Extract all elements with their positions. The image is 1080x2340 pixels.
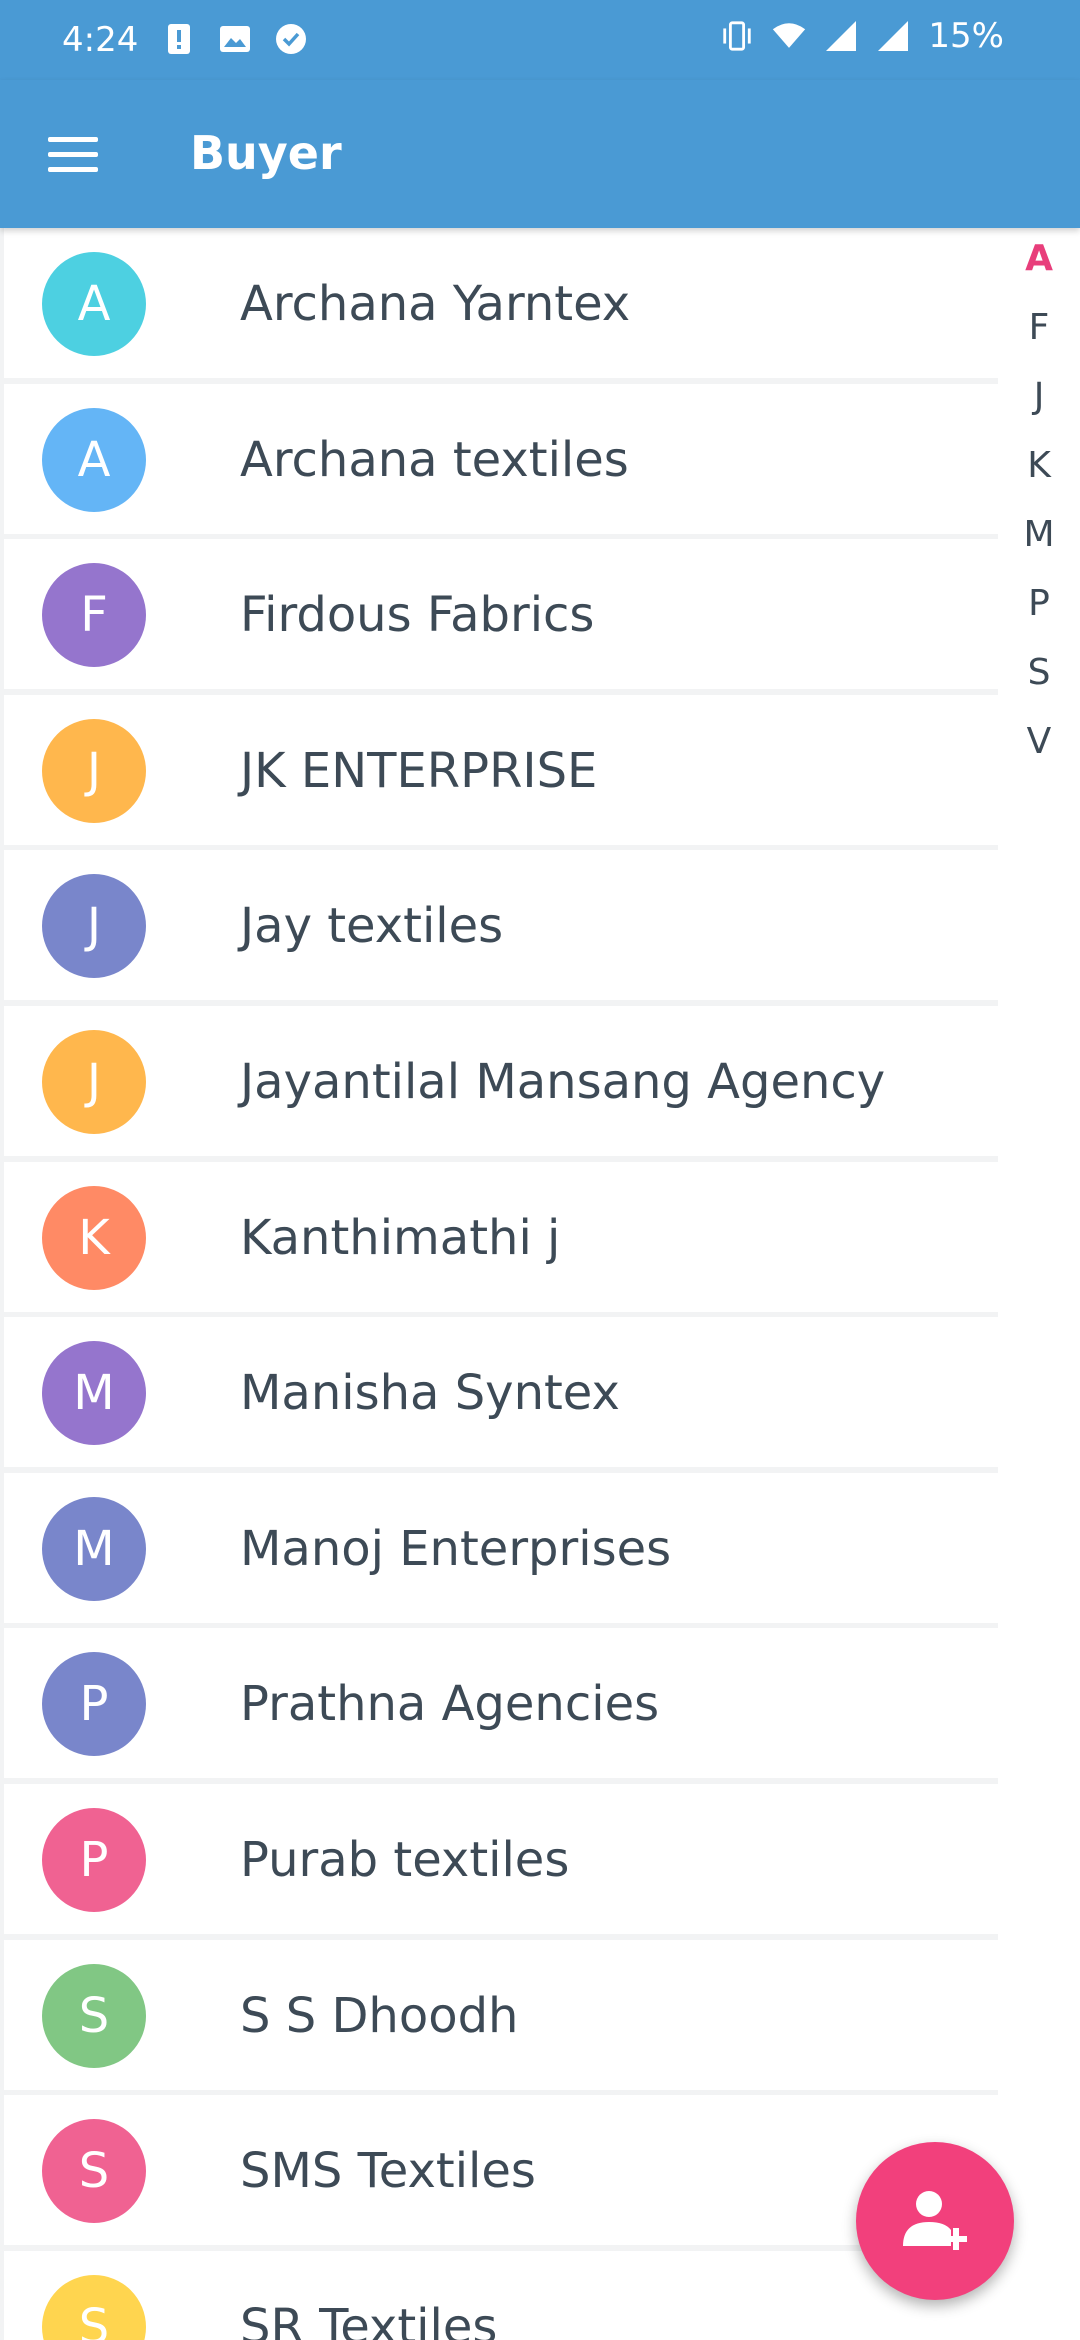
list-item[interactable]: A Archana textiles [4,383,998,534]
list-item[interactable]: P Prathna Agencies [4,1628,998,1779]
list-item[interactable]: P Purab textiles [4,1784,998,1934]
buyer-name: Manisha Syntex [240,1365,620,1422]
avatar: A [42,252,146,356]
add-buyer-button[interactable] [856,2142,1014,2300]
add-person-icon [903,2191,967,2250]
buyer-name: S S Dhoodh [240,1987,519,2044]
alphabet-index-letter[interactable]: J [1006,376,1072,417]
status-bar: 4:24 15% [0,0,1080,80]
buyer-name: Jayantilal Mansang Agency [240,1054,886,1110]
battery-percent: 15% [928,16,1004,56]
signal-icon [876,19,910,53]
avatar: M [42,1341,146,1446]
alphabet-index-letter[interactable]: K [1006,445,1072,486]
buyer-list[interactable]: A Archana Yarntex A Archana textiles F Firdou… [0,228,998,2340]
list-item[interactable]: J Jayantilal Mansang Agency [4,1006,998,1156]
list-item[interactable]: K Kanthimathi j [4,1161,998,1312]
vibrate-icon [720,19,754,53]
avatar: P [42,1808,146,1912]
list-item[interactable]: A Archana Yarntex [4,228,998,378]
buyer-name: SMS Textiles [240,2143,536,2200]
buyer-name: JK ENTERPRISE [240,742,598,799]
buyer-name: Archana Yarntex [240,276,631,332]
wifi-icon [772,19,806,53]
list-item[interactable]: M Manisha Syntex [4,1317,998,1468]
check-circle-icon [274,22,308,56]
signal-icon [824,19,858,53]
avatar: A [42,407,146,512]
buyer-name: Firdous Fabrics [240,587,595,644]
alphabet-index-letter[interactable]: P [1006,583,1072,624]
avatar: J [42,718,146,823]
image-icon [218,22,252,56]
avatar: P [42,1652,146,1757]
alphabet-index-letter[interactable]: M [1006,514,1072,555]
list-item[interactable]: J Jay textiles [4,850,998,1001]
list-item[interactable]: S SR Textiles [4,2250,998,2340]
buyer-name: Jay textiles [240,898,504,955]
status-right-icons: 15% [720,16,1004,56]
list-item[interactable]: S S S Dhoodh [4,1939,998,2090]
list-item[interactable]: J JK ENTERPRISE [4,694,998,845]
avatar: S [42,1963,146,2068]
buyer-name: Manoj Enterprises [240,1520,672,1577]
page-title: Buyer [190,126,342,180]
avatar: M [42,1496,146,1601]
list-item[interactable]: S SMS Textiles [4,2095,998,2246]
avatar: S [42,2274,146,2340]
buyer-name: Prathna Agencies [240,1676,660,1733]
avatar: J [42,1030,146,1134]
avatar: S [42,2119,146,2224]
menu-icon[interactable] [40,124,106,184]
buyer-name: SR Textiles [240,2298,498,2340]
list-item[interactable]: M Manoj Enterprises [4,1472,998,1623]
app-bar: Buyer [0,80,1080,228]
buyer-name: Purab textiles [240,1832,570,1888]
status-time: 4:24 [62,20,139,60]
alphabet-index-letter[interactable]: S [1006,652,1072,693]
alphabet-index-letter[interactable]: V [1006,721,1072,762]
avatar: F [42,563,146,668]
alert-icon [162,22,196,56]
buyer-name: Archana textiles [240,431,629,488]
avatar: J [42,874,146,979]
alphabet-index-letter[interactable]: A [1006,238,1072,279]
alphabet-index-letter[interactable]: F [1006,307,1072,348]
list-item[interactable]: F Firdous Fabrics [4,539,998,690]
avatar: K [42,1185,146,1290]
status-left-icons [162,22,308,56]
buyer-name: Kanthimathi j [240,1209,561,1266]
